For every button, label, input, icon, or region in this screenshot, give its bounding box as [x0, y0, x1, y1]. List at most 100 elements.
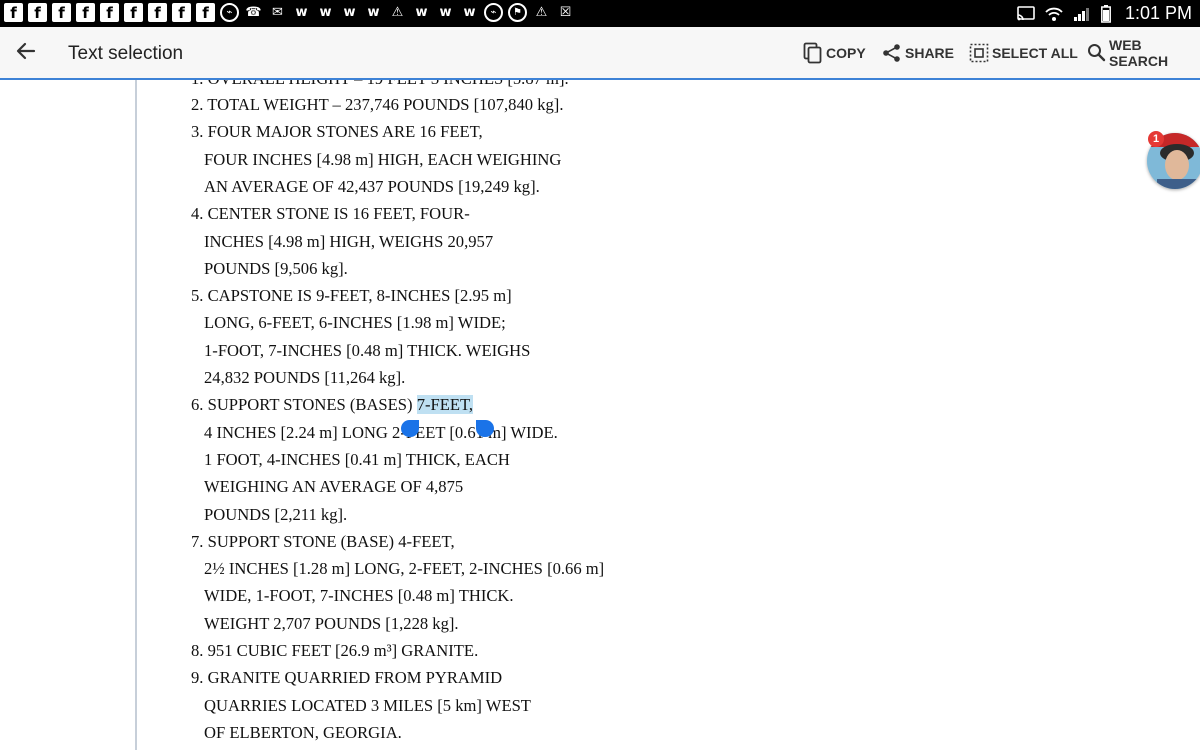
facebook-icon: f — [148, 3, 167, 22]
web-search-label: WEB SEARCH — [1109, 36, 1169, 69]
select-all-label: SELECT ALL — [992, 44, 1078, 61]
line-text: 7. SUPPORT STONE (BASE) 4-FEET, — [191, 531, 455, 551]
list-item[interactable]: 9. GRANITE QUARRIED FROM PYRAMID — [191, 668, 502, 688]
line-text: 9. GRANITE QUARRIED FROM PYRAMID — [191, 668, 503, 688]
page-edge-divider — [135, 80, 137, 750]
line-text: 3. FOUR MAJOR STONES ARE 16 FEET, — [191, 122, 483, 142]
w-app-icon: w — [367, 5, 380, 20]
line-text: AN AVERAGE OF 42,437 POUNDS [19,249 kg]. — [204, 176, 540, 196]
list-item[interactable]: 6. SUPPORT STONES (BASES) 7-FEET, — [191, 395, 474, 415]
w-app-icon: w — [295, 5, 308, 20]
line-text: 2. TOTAL WEIGHT – 237,746 POUNDS [107,84… — [191, 95, 564, 114]
list-item-continuation[interactable]: INCHES [4.98 m] HIGH, WEIGHS 20,957 — [204, 232, 493, 252]
line-text: QUARRIES LOCATED 3 MILES [5 km] WEST — [204, 695, 531, 715]
line-text: POUNDS [2,211 kg]. — [204, 504, 348, 524]
share-button[interactable]: SHARE — [882, 27, 954, 78]
w-app-icon: w — [439, 5, 452, 20]
select-all-button[interactable]: SELECT ALL — [969, 27, 1078, 78]
list-item-continuation[interactable]: FOUR INCHES [4.98 m] HIGH, EACH WEIGHING — [204, 150, 561, 170]
list-item-continuation[interactable]: 24,832 POUNDS [11,264 kg]. — [204, 368, 405, 388]
line-text: 4. CENTER STONE IS 16 FEET, FOUR- — [191, 204, 470, 224]
share-label: SHARE — [905, 44, 955, 61]
list-item[interactable]: 4. CENTER STONE IS 16 FEET, FOUR- — [191, 204, 470, 224]
back-button[interactable] — [12, 40, 40, 66]
line-text: WIDE, 1-FOOT, 7-INCHES [0.48 m] THICK. — [204, 586, 514, 606]
signal-icon — [1073, 6, 1091, 22]
facebook-icon: f — [100, 3, 119, 22]
facebook-icon: f — [4, 3, 23, 22]
facebook-icon: f — [172, 3, 191, 22]
line-text: 6. SUPPORT STONES (BASES) — [191, 395, 417, 415]
line-text: POUNDS [9,506 kg]. — [204, 258, 348, 278]
facebook-icon: f — [196, 3, 215, 22]
share-icon — [882, 43, 902, 63]
list-item-continuation[interactable]: POUNDS [9,506 kg]. — [204, 259, 348, 279]
notification-icons: f f f f f f f f f ⌁ ☎ ✉ w w w w ⚠ w w w ⌁ ⚑ ⚠ ☒ — [4, 3, 575, 22]
line-text: 5. CAPSTONE IS 9-FEET, 8-INCHES [2.95 m] — [191, 286, 512, 306]
w-app-icon: w — [319, 5, 332, 20]
web-search-button[interactable]: WEB SEARCH — [1087, 27, 1200, 78]
line-text: WEIGHING AN AVERAGE OF 4,875 — [204, 477, 464, 497]
list-item-continuation[interactable]: 2½ INCHES [1.28 m] LONG, 2-FEET, 2-INCHE… — [204, 559, 604, 579]
warning-icon: ⚠ — [391, 5, 404, 20]
line-text: INCHES [4.98 m] HIGH, WEIGHS 20,957 — [204, 231, 494, 251]
selected-text[interactable]: 7-FEET, — [416, 395, 474, 415]
missed-call-icon: ☎ — [245, 5, 262, 20]
list-item-continuation[interactable]: LONG, 6-FEET, 6-INCHES [1.98 m] WIDE; — [204, 313, 506, 333]
back-arrow-icon — [16, 42, 36, 65]
line-text: 1 FOOT, 4-INCHES [0.41 m] THICK, EACH — [204, 449, 510, 469]
no-sim-icon: ☒ — [559, 5, 572, 20]
cast-icon — [1017, 5, 1035, 22]
document-text[interactable]: 1. OVERALL HEIGHT – 19 FEET 3 INCHES [5.… — [191, 80, 891, 750]
list-item-continuation[interactable]: 4 INCHES [2.24 m] LONG 2-FEET [0.61 m] W… — [204, 423, 558, 443]
tag-icon: ⚑ — [508, 3, 527, 22]
facebook-icon: f — [52, 3, 71, 22]
line-text: WEIGHT 2,707 POUNDS [1,228 kg]. — [204, 613, 459, 633]
text-selection-action-bar: Text selection COPY SHARE SELECT ALL WEB… — [0, 27, 1200, 80]
action-bar-title: Text selection — [68, 43, 184, 64]
list-item[interactable]: 3. FOUR MAJOR STONES ARE 16 FEET, — [191, 122, 483, 142]
copy-button[interactable]: COPY — [803, 27, 866, 78]
facebook-icon: f — [124, 3, 143, 22]
selection-start-handle[interactable] — [401, 420, 419, 437]
list-item-continuation[interactable]: AN AVERAGE OF 42,437 POUNDS [19,249 kg]. — [204, 177, 540, 197]
messenger-icon: ⌁ — [220, 3, 239, 22]
list-item-continuation[interactable]: QUARRIES LOCATED 3 MILES [5 km] WEST — [204, 696, 531, 716]
email-icon: ✉ — [272, 5, 283, 20]
facebook-icon: f — [28, 3, 47, 22]
copy-label: COPY — [826, 44, 866, 61]
list-item-continuation[interactable]: POUNDS [2,211 kg]. — [204, 505, 347, 525]
facebook-icon: f — [76, 3, 95, 22]
w-app-icon: w — [415, 5, 428, 20]
copy-icon — [803, 42, 823, 64]
line-text: 24,832 POUNDS [11,264 kg]. — [204, 368, 406, 387]
warning-icon: ⚠ — [535, 5, 548, 20]
list-item[interactable]: 2. TOTAL WEIGHT – 237,746 POUNDS [107,84… — [191, 95, 563, 115]
line-text: LONG, 6-FEET, 6-INCHES [1.98 m] WIDE; — [204, 313, 506, 333]
list-item[interactable]: 7. SUPPORT STONE (BASE) 4-FEET, — [191, 532, 455, 552]
line-text: 1-FOOT, 7-INCHES [0.48 m] THICK. WEIGHS — [204, 340, 531, 360]
line-text: OF ELBERTON, GEORGIA. — [204, 722, 402, 742]
list-item-continuation[interactable]: WEIGHT 2,707 POUNDS [1,228 kg]. — [204, 614, 459, 634]
line-text: FOUR INCHES [4.98 m] HIGH, EACH WEIGHING — [204, 149, 562, 169]
wifi-icon — [1045, 6, 1063, 22]
status-bar: f f f f f f f f f ⌁ ☎ ✉ w w w w ⚠ w w w ⌁ ⚑ ⚠ ☒ 1:01 PM — [0, 0, 1200, 27]
list-item[interactable]: 8. 951 CUBIC FEET [26.9 m³] GRANITE. — [191, 641, 478, 661]
clock: 1:01 PM — [1124, 3, 1192, 23]
list-item[interactable]: 5. CAPSTONE IS 9-FEET, 8-INCHES [2.95 m] — [191, 286, 512, 306]
list-item-continuation[interactable]: 1 FOOT, 4-INCHES [0.41 m] THICK, EACH — [204, 450, 510, 470]
list-item-continuation[interactable]: OF ELBERTON, GEORGIA. — [204, 723, 402, 743]
clipped-list-item[interactable]: 1. OVERALL HEIGHT – 19 FEET 3 INCHES [5.… — [191, 80, 569, 89]
w-app-icon: w — [463, 5, 476, 20]
w-app-icon: w — [343, 5, 356, 20]
select-all-icon — [969, 43, 989, 63]
search-icon — [1087, 43, 1106, 62]
line-text: 2½ INCHES [1.28 m] LONG, 2-FEET, 2-INCHE… — [204, 559, 605, 579]
list-item-continuation[interactable]: 1-FOOT, 7-INCHES [0.48 m] THICK. WEIGHS — [204, 341, 530, 361]
selection-end-handle[interactable] — [476, 420, 494, 437]
battery-icon — [1101, 4, 1111, 23]
line-text: 8. 951 CUBIC FEET [26.9 m³] GRANITE. — [191, 641, 479, 660]
list-item-continuation[interactable]: WIDE, 1-FOOT, 7-INCHES [0.48 m] THICK. — [204, 586, 514, 606]
list-item-continuation[interactable]: WEIGHING AN AVERAGE OF 4,875 — [204, 477, 463, 497]
chat-head-badge: 1 — [1148, 131, 1164, 147]
